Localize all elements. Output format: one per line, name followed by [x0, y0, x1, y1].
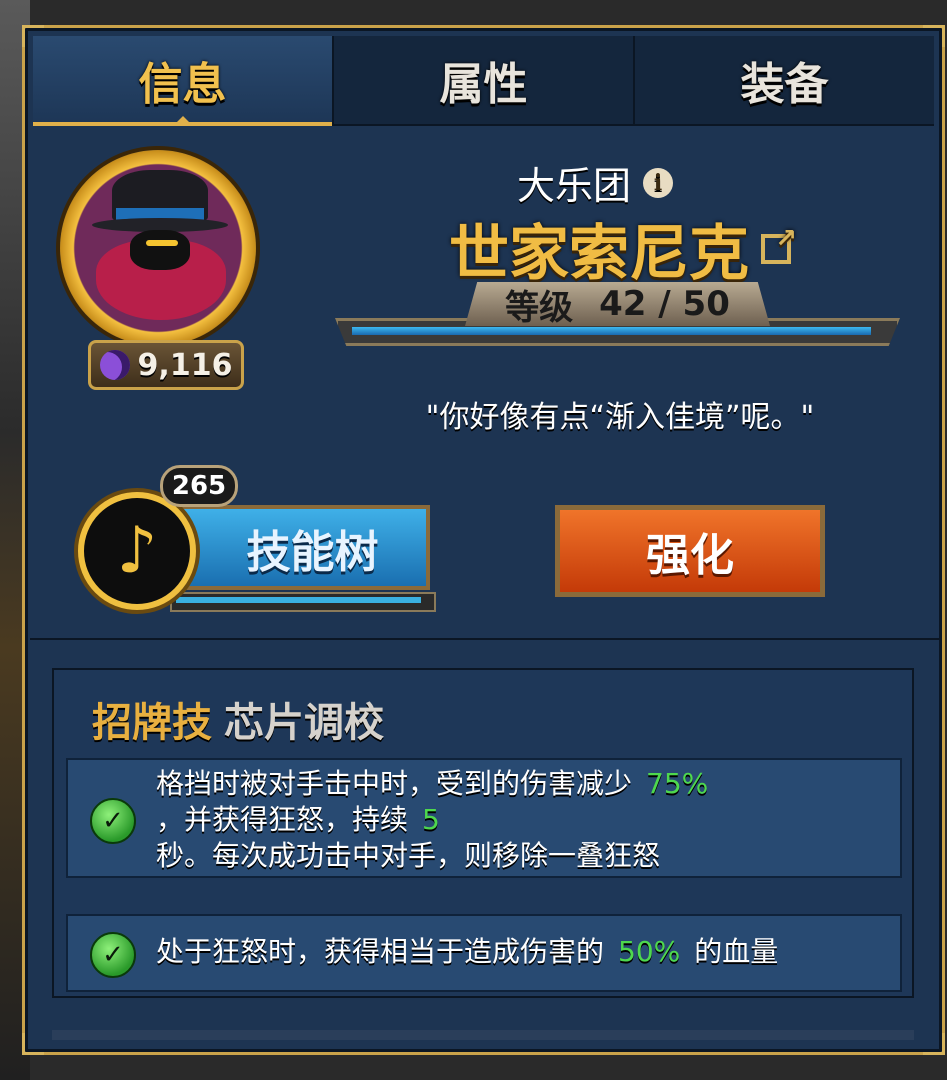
skill-points-badge: 265	[160, 465, 238, 507]
skill-progress-bar	[170, 592, 436, 612]
signature-name: 芯片调校	[224, 700, 384, 746]
ability-line: 格挡时被对手击中时，受到的伤害减少 75%	[156, 766, 708, 802]
tab-equipment-label: 装备	[740, 59, 829, 110]
tab-info[interactable]: 信息	[33, 36, 334, 126]
hero-name: 世家索尼克	[400, 205, 840, 292]
external-link-icon[interactable]	[761, 224, 797, 264]
ability-value: 50%	[618, 935, 681, 968]
skill-points-value: 265	[171, 471, 227, 501]
enhance-button[interactable]: 强化	[555, 505, 825, 597]
team-name: 大乐团 i	[430, 155, 760, 210]
hero-quote: "你好像有点“渐入佳境”呢。"	[425, 400, 815, 435]
character-eyes	[146, 240, 178, 246]
hero-name-label: 世家索尼克	[449, 219, 749, 289]
ability-line-text: 秒。每次成功击中对手，则移除一叠狂怒	[156, 839, 661, 872]
tab-attributes-label: 属性	[439, 59, 528, 110]
ability-line-text: 的血量	[694, 935, 779, 968]
level-value: 42 / 50	[599, 284, 730, 324]
check-icon: ✓	[90, 798, 136, 844]
hero-portrait[interactable]: 9,116	[60, 150, 260, 390]
character-face	[130, 230, 190, 270]
frame-corner	[923, 1033, 945, 1055]
ability-line: 秒。每次成功击中对手，则移除一叠狂怒	[156, 838, 708, 874]
level-separator: /	[658, 284, 671, 324]
info-icon[interactable]: i	[643, 167, 673, 198]
level-max: 50	[682, 284, 730, 324]
level-current: 42	[599, 284, 647, 324]
signature-title: 招牌技 芯片调校	[92, 690, 384, 748]
tab-attributes[interactable]: 属性	[334, 36, 635, 124]
ability-text: 格挡时被对手击中时，受到的伤害减少 75% ，并获得狂怒，持续 5 秒。每次成功击中…	[156, 766, 708, 874]
team-label: 大乐团	[516, 164, 631, 208]
signature-ability-panel: 招牌技 芯片调校 ✓ 格挡时被对手击中时，受到的伤害减少 75% ，并获得狂怒，持续…	[52, 668, 914, 998]
moon-icon	[99, 350, 130, 380]
ability-value: 5	[422, 803, 440, 836]
skill-tree-button[interactable]: 技能树	[165, 505, 430, 590]
signature-label: 招牌技	[92, 700, 212, 746]
next-panel-edge	[52, 1030, 914, 1040]
ability-item: ✓ 处于狂怒时，获得相当于造成伤害的 50% 的血量	[66, 914, 902, 992]
tab-info-label: 信息	[138, 59, 227, 110]
power-value: 9,116	[137, 347, 233, 383]
skill-progress-fill	[176, 597, 421, 603]
check-icon: ✓	[90, 932, 136, 978]
ability-item: ✓ 格挡时被对手击中时，受到的伤害减少 75% ，并获得狂怒，持续 5 秒。每次成功…	[66, 758, 902, 878]
enhance-label: 强化	[646, 530, 734, 581]
ability-text: 处于狂怒时，获得相当于造成伤害的 50% 的血量	[156, 934, 778, 970]
tab-bar: 信息 属性 装备	[33, 36, 934, 126]
frame-corner	[22, 1033, 44, 1055]
skill-tree-label: 技能树	[246, 526, 379, 578]
level-progress-fill	[352, 327, 871, 335]
ability-line: ，并获得狂怒，持续 5	[156, 802, 708, 838]
ability-line-text: 处于狂怒时，获得相当于造成伤害的	[156, 935, 605, 968]
section-divider	[30, 638, 942, 640]
ability-line-text: 格挡时被对手击中时，受到的伤害减少	[156, 767, 633, 800]
level-plate: 等级 42 / 50	[465, 282, 770, 326]
ability-line-text: ，并获得狂怒，持续	[156, 803, 409, 836]
ability-value: 75%	[646, 767, 709, 800]
power-badge: 9,116	[88, 340, 244, 390]
music-note-icon[interactable]: ♪	[78, 492, 196, 610]
tab-equipment[interactable]: 装备	[635, 36, 934, 124]
level-label: 等级	[505, 287, 574, 328]
